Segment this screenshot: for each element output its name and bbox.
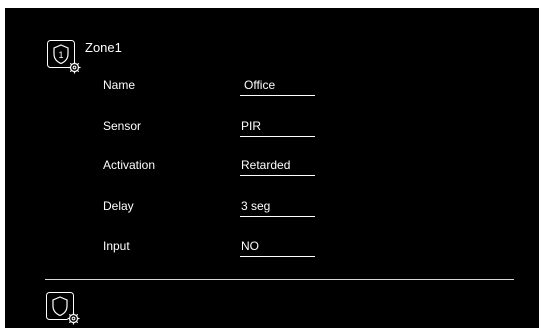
name-field[interactable]: Office: [240, 78, 315, 96]
field-label: Delay: [103, 199, 134, 213]
field-label: Activation: [103, 158, 156, 172]
field-row-name: Name Office: [5, 78, 539, 102]
field-row-input: Input NO: [5, 239, 539, 263]
divider: [45, 279, 514, 280]
field-label: Input: [103, 239, 130, 253]
sensor-field[interactable]: PIR: [240, 119, 315, 137]
delay-field[interactable]: 3 seg: [240, 199, 315, 217]
field-label: Name: [103, 78, 136, 92]
zone-title: Zone1: [85, 40, 122, 55]
zone-settings-screen: 1 Zone1 Name Office Sensor PIR Activatio…: [5, 8, 539, 328]
svg-text:1: 1: [58, 50, 63, 60]
activation-field[interactable]: Retarded: [240, 158, 315, 176]
footer-shield-settings-icon[interactable]: [46, 292, 82, 326]
field-label: Sensor: [103, 119, 142, 133]
zone-shield-settings-icon[interactable]: 1: [47, 40, 83, 76]
field-row-sensor: Sensor PIR: [5, 119, 539, 143]
field-row-delay: Delay 3 seg: [5, 199, 539, 223]
field-row-activation: Activation Retarded: [5, 158, 539, 182]
input-field[interactable]: NO: [240, 239, 315, 257]
